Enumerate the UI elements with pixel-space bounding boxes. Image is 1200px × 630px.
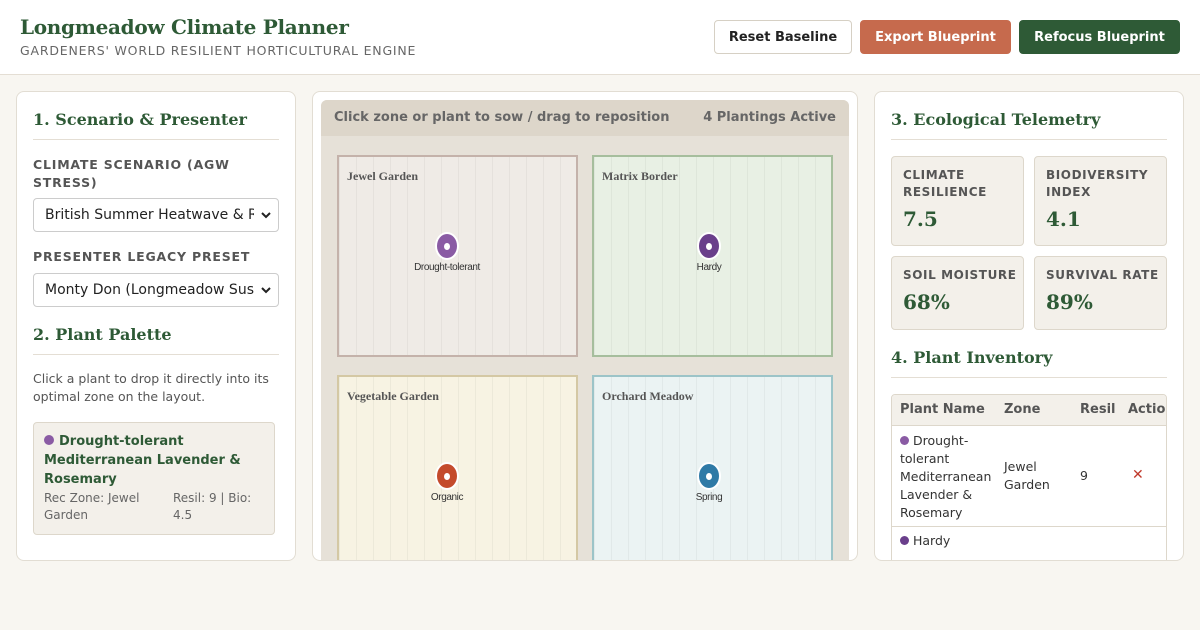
- plant-marker-dot: [435, 232, 459, 260]
- climate-scenario-label: CLIMATE SCENARIO (AGW STRESS): [33, 157, 230, 190]
- metric-survival-rate: SURVIVAL RATE 89%: [1034, 256, 1167, 330]
- section-divider: [891, 139, 1167, 140]
- palette-section-title: 2. Plant Palette: [33, 325, 172, 344]
- column-header-action: Action: [1128, 402, 1166, 417]
- metric-label: BIODIVERSITY INDEX: [1046, 168, 1149, 199]
- column-header-plant-name: Plant Name: [900, 402, 985, 417]
- plant-marker[interactable]: Organic: [431, 462, 464, 503]
- canvas-hint: Click zone or plant to sow / drag to rep…: [334, 110, 670, 125]
- climate-scenario-value: British Summer Heatwave & RHS: [45, 207, 254, 223]
- plant-name-text: Drought-tolerant Mediterranean Lavender …: [900, 433, 992, 520]
- zone-label: Matrix Border: [602, 169, 678, 183]
- scenario-panel: 1. Scenario & Presenter CLIMATE SCENARIO…: [16, 91, 296, 561]
- delete-icon[interactable]: ✕: [1132, 467, 1144, 483]
- metric-climate-resilience: CLIMATE RESILIENCE 7.5: [891, 156, 1024, 246]
- plant-color-dot: [900, 436, 909, 445]
- plant-rec-zone: Rec Zone: Jewel Garden: [44, 491, 140, 522]
- app-header: Longmeadow Climate Planner GARDENERS' WO…: [0, 0, 1200, 75]
- column-header-resil: Resil: [1080, 402, 1116, 417]
- zone-label: Jewel Garden: [347, 169, 418, 183]
- reset-baseline-button[interactable]: Reset Baseline: [714, 20, 852, 54]
- plant-marker[interactable]: Drought-tolerant: [414, 232, 480, 273]
- presenter-preset-value: Monty Don (Longmeadow Sustainable): [45, 282, 254, 298]
- metric-value: 7.5: [903, 207, 938, 231]
- section-divider: [33, 354, 279, 355]
- inventory-section-title: 4. Plant Inventory: [891, 348, 1053, 367]
- palette-help-text: Click a plant to drop it directly into i…: [33, 371, 269, 404]
- plant-marker-label: Drought-tolerant: [414, 262, 480, 273]
- zone-label: Orchard Meadow: [602, 389, 694, 403]
- zone-label: Vegetable Garden: [347, 389, 439, 403]
- plant-marker-dot: [435, 462, 459, 490]
- presenter-preset-select[interactable]: Monty Don (Longmeadow Sustainable): [33, 273, 279, 307]
- plant-marker-label: Spring: [695, 492, 723, 503]
- plant-marker-label: Hardy: [696, 262, 722, 273]
- zone-vegetable-garden[interactable]: Vegetable Garden Organic: [337, 375, 578, 560]
- metric-value: 89%: [1046, 290, 1093, 314]
- section-divider: [33, 139, 279, 140]
- telemetry-panel: 3. Ecological Telemetry CLIMATE RESILIEN…: [874, 91, 1184, 561]
- cell-plant-name: Hardy: [900, 532, 994, 550]
- layout-panel: Click zone or plant to sow / drag to rep…: [312, 91, 858, 561]
- export-blueprint-button[interactable]: Export Blueprint: [860, 20, 1011, 54]
- plant-inventory-table: Plant Name Zone Resil Action Drought-tol…: [891, 394, 1167, 560]
- metric-biodiversity-index: BIODIVERSITY INDEX 4.1: [1034, 156, 1167, 246]
- plant-marker[interactable]: Spring: [696, 462, 723, 503]
- plant-marker[interactable]: Hardy: [697, 232, 722, 273]
- metric-soil-moisture: SOIL MOISTURE 68%: [891, 256, 1024, 330]
- chevron-down-icon: [261, 287, 271, 294]
- refocus-blueprint-button[interactable]: Refocus Blueprint: [1019, 20, 1180, 54]
- garden-canvas[interactable]: Click zone or plant to sow / drag to rep…: [321, 100, 849, 560]
- presenter-preset-label: PRESENTER LEGACY PRESET: [33, 249, 251, 264]
- plant-color-dot: [44, 435, 54, 445]
- plant-stats: Resil: 9 | Bio: 4.5: [173, 491, 252, 522]
- cell-resil: 9: [1080, 468, 1088, 483]
- metric-label: SURVIVAL RATE: [1046, 268, 1159, 282]
- climate-scenario-select[interactable]: British Summer Heatwave & RHS: [33, 198, 279, 232]
- plant-marker-label: Organic: [430, 492, 464, 503]
- plant-name-text: Hardy: [913, 533, 951, 548]
- cell-zone: Jewel Garden: [1004, 459, 1050, 492]
- plant-marker-dot: [697, 232, 721, 260]
- zone-matrix-border[interactable]: Matrix Border Hardy: [592, 155, 833, 357]
- zone-jewel-garden[interactable]: Jewel Garden Drought-tolerant: [337, 155, 578, 357]
- canvas-toolbar: Click zone or plant to sow / drag to rep…: [321, 100, 849, 136]
- plant-palette-item[interactable]: Drought-tolerant Mediterranean Lavender …: [33, 422, 275, 535]
- zone-orchard-meadow[interactable]: Orchard Meadow Spring: [592, 375, 833, 560]
- plantings-count: 4 Plantings Active: [703, 110, 836, 125]
- metric-value: 4.1: [1046, 207, 1081, 231]
- chevron-down-icon: [261, 212, 271, 219]
- app-subtitle: GARDENERS' WORLD RESILIENT HORTICULTURAL…: [20, 43, 417, 58]
- app-title: Longmeadow Climate Planner: [20, 15, 349, 39]
- metric-value: 68%: [903, 290, 950, 314]
- metric-label: CLIMATE RESILIENCE: [903, 168, 987, 199]
- scenario-section-title: 1. Scenario & Presenter: [33, 110, 247, 129]
- telemetry-section-title: 3. Ecological Telemetry: [891, 110, 1101, 129]
- table-header: Plant Name Zone Resil Action: [892, 395, 1166, 426]
- column-header-zone: Zone: [1004, 402, 1041, 417]
- cell-plant-name: Drought-tolerant Mediterranean Lavender …: [900, 432, 994, 522]
- plant-name-text: Drought-tolerant Mediterranean Lavender …: [44, 434, 241, 487]
- plant-color-dot: [900, 536, 909, 545]
- plant-name: Drought-tolerant Mediterranean Lavender …: [44, 432, 269, 489]
- section-divider: [891, 377, 1167, 378]
- plant-marker-dot: [697, 462, 721, 490]
- metric-label: SOIL MOISTURE: [903, 268, 1017, 282]
- row-divider: [892, 526, 1166, 527]
